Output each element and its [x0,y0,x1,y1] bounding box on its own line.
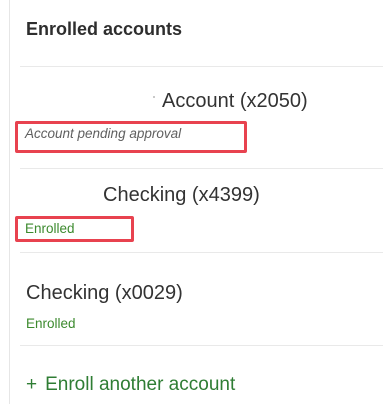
redaction-mark [153,96,155,98]
enrolled-accounts-panel: Enrolled accounts Account (x2050) Accoun… [9,0,383,404]
divider [20,252,383,253]
account-name: Checking (x4399) [103,184,260,206]
divider [20,66,383,67]
highlight-box [15,121,247,153]
account-name: Account (x2050) [162,90,308,112]
divider [20,168,383,169]
account-name: Checking (x0029) [26,282,183,304]
panel-title: Enrolled accounts [26,19,183,39]
divider [20,345,383,346]
enroll-link-label: Enroll another account [45,374,236,395]
plus-icon: + [26,374,38,395]
highlight-box [15,216,134,242]
account-status-enrolled: Enrolled [26,316,76,331]
enroll-another-account-link[interactable]: + Enroll another account [26,374,235,396]
